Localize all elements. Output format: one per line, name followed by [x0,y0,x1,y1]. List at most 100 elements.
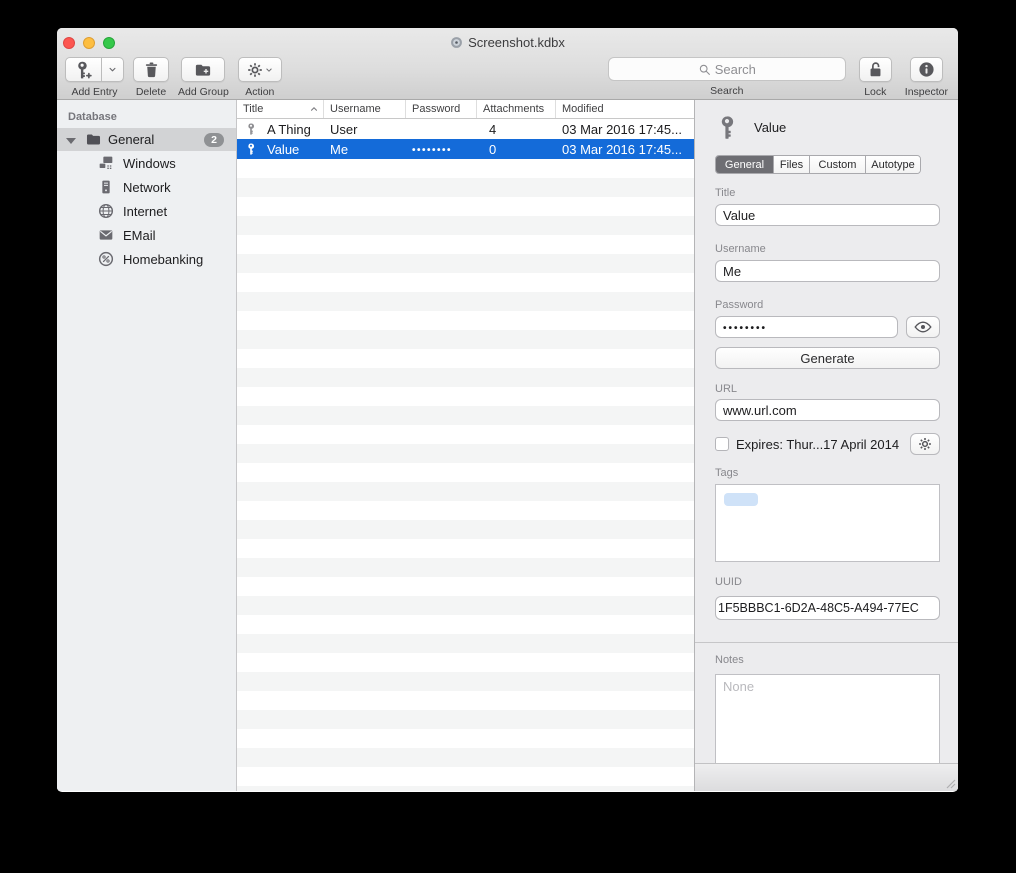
password-field-label: Password [715,299,940,311]
lock-open-icon [867,61,884,78]
sidebar-item-homebanking[interactable]: Homebanking [57,247,236,271]
envelope-icon [97,227,114,243]
inspector-button[interactable] [910,57,943,82]
window-title-row: Screenshot.kdbx [57,35,958,50]
expires-label: Expires: Thur...17 April 2014 [736,437,910,452]
add-entry-button[interactable] [65,57,102,82]
entry-count-badge: 2 [204,133,224,147]
delete-button[interactable] [133,57,169,82]
tab-files[interactable]: Files [774,156,810,173]
tab-autotype[interactable]: Autotype [866,156,920,173]
uuid-field[interactable] [715,596,940,620]
add-entry-dropdown-button[interactable] [102,57,124,82]
expires-settings-button[interactable] [910,433,940,455]
key-icon [245,121,257,137]
gear-icon [247,62,263,78]
sidebar-item-general[interactable]: General 2 [57,128,236,151]
cell-title: Value [267,142,299,157]
key-icon [245,141,257,157]
password-field[interactable] [715,316,898,338]
entry-title: Value [754,120,786,135]
eye-icon [914,321,932,333]
disclosure-triangle-icon[interactable] [66,138,76,144]
sidebar-item-label: Windows [123,156,176,171]
sidebar-item-label: Internet [123,204,167,219]
windows-network-icon [97,155,114,171]
table-header: Title Username Password Attachments Modi… [237,100,694,119]
sidebar-item-network[interactable]: Network [57,175,236,199]
search-placeholder: Search [715,62,756,77]
column-header-attachments[interactable]: Attachments [477,100,556,118]
column-header-label: Title [243,103,263,115]
toolbar-item-add-entry: Add Entry [65,57,124,98]
sidebar-item-label: Network [123,180,171,195]
desktop: { "window": { "title": "Screenshot.kdbx"… [0,0,1016,873]
tab-custom[interactable]: Custom [810,156,866,173]
sidebar-item-windows[interactable]: Windows [57,151,236,175]
notes-field[interactable] [715,674,940,766]
resize-grip[interactable] [942,775,956,789]
toolbar-right-group: Search Search Lock Inspector [608,57,948,98]
column-header-title[interactable]: Title [237,100,324,118]
table-row[interactable]: A Thing User 4 03 Mar 2016 17:45... [237,119,694,139]
inspector-tabs: General Files Custom Autotype [715,155,921,174]
document-proxy-icon [450,36,463,49]
entry-table: Title Username Password Attachments Modi… [237,100,695,791]
username-field[interactable] [715,260,940,282]
title-field-label: Title [715,187,940,199]
generate-password-button[interactable]: Generate [715,347,940,369]
folder-plus-icon [194,61,212,79]
search-input[interactable]: Search [608,57,846,81]
server-icon [97,179,114,195]
toolbar-label-delete: Delete [136,86,166,98]
sidebar-item-internet[interactable]: Internet [57,199,236,223]
cell-modified: 03 Mar 2016 17:45... [556,122,694,137]
sort-ascending-icon [309,104,319,114]
tags-field[interactable] [715,484,940,562]
column-header-username[interactable]: Username [324,100,406,118]
sidebar-item-label: Homebanking [123,252,203,267]
toolbar-label-add-group: Add Group [178,86,229,98]
cell-attachments: 4 [477,122,556,137]
title-field[interactable] [715,204,940,226]
toolbar-item-inspector: Inspector [905,57,948,98]
column-header-label: Username [330,103,381,115]
tag-token[interactable] [724,493,758,506]
action-button[interactable] [238,57,282,82]
toolbar-label-search: Search [710,85,743,97]
column-header-modified[interactable]: Modified [556,100,694,118]
sidebar-item-label: General [108,132,154,147]
toolbar-label-lock: Lock [864,86,886,98]
toolbar-item-action: Action [238,57,282,98]
table-row-selected[interactable]: Value Me •••••••• 0 03 Mar 2016 17:45... [237,139,694,159]
cell-attachments: 0 [477,142,556,157]
chevron-down-icon [108,65,117,74]
toolbar-label-add-entry: Add Entry [71,86,117,98]
cell-password: •••••••• [406,142,477,156]
username-field-label: Username [715,243,940,255]
sidebar-item-label: EMail [123,228,156,243]
inspector-panel: Value General Files Custom Autotype Titl… [695,100,958,791]
add-group-button[interactable] [181,57,225,82]
toolbar-item-search: Search Search [608,57,846,97]
cell-password [406,128,477,131]
trash-icon [143,61,160,78]
inspector-header: Value [715,112,940,142]
key-icon [715,113,739,142]
app-window: Screenshot.kdbx Add Entry Delete [57,28,958,792]
cell-modified: 03 Mar 2016 17:45... [556,142,694,157]
lock-button[interactable] [859,57,892,82]
toolbar-left-group: Add Entry Delete Add Group Action [65,57,282,98]
tab-general[interactable]: General [716,156,774,173]
gear-icon [918,437,932,451]
reveal-password-button[interactable] [906,316,940,338]
toolbar-item-delete: Delete [133,57,169,98]
inspector-bottom-bar [695,763,958,791]
column-header-password[interactable]: Password [406,100,477,118]
folder-icon [85,131,102,148]
cell-username: Me [324,142,406,157]
url-field[interactable] [715,399,940,421]
sidebar-item-email[interactable]: EMail [57,223,236,247]
column-header-label: Attachments [483,103,544,115]
expires-checkbox[interactable] [715,437,729,451]
